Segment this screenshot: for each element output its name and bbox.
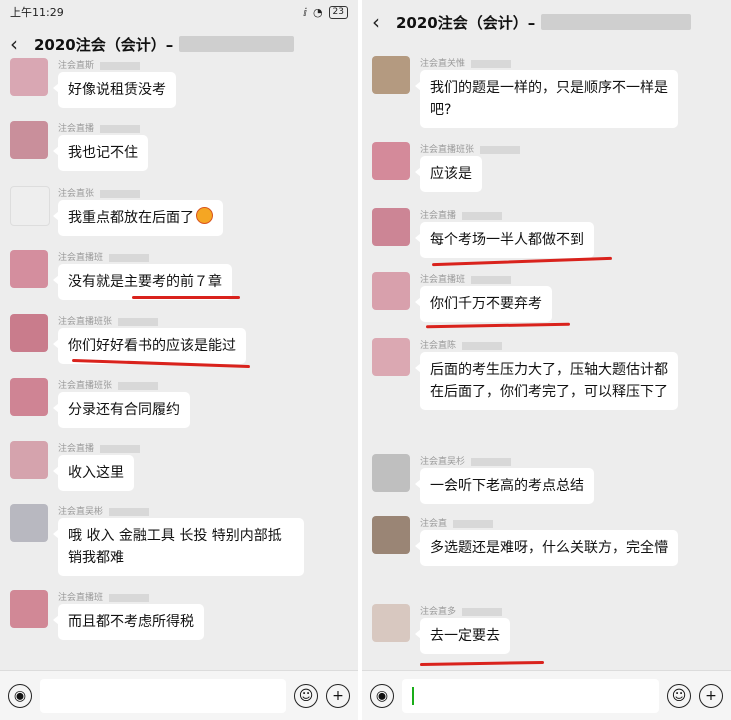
message-bubble[interactable]: 我重点都放在后面了 bbox=[53, 200, 223, 236]
avatar[interactable] bbox=[372, 454, 410, 492]
status-bar: 上午11:29 ⅈ ◔ 23 bbox=[0, 0, 358, 24]
avatar[interactable] bbox=[10, 590, 48, 628]
wifi-icon: ◔ bbox=[312, 5, 323, 19]
avatar[interactable] bbox=[10, 504, 48, 542]
message-bubble[interactable]: 应该是 bbox=[415, 156, 482, 192]
redacted-title bbox=[179, 36, 295, 52]
message-bubble[interactable]: 我们的题是一样的，只是顺序不一样是吧? bbox=[415, 70, 678, 128]
message-list: 注会直关惟 我们的题是一样的，只是顺序不一样是吧? 注会直播班张 应该是 注会直… bbox=[362, 44, 731, 670]
chat-header: ‹ 2020注会（会计）– bbox=[362, 0, 731, 44]
voice-icon[interactable]: ◉ bbox=[8, 683, 32, 708]
chevron-left-icon[interactable]: ‹ bbox=[372, 12, 396, 32]
sender-name: 注会直关惟 bbox=[420, 56, 512, 69]
left-chat-screenshot: 上午11:29 ⅈ ◔ 23 ‹ 2020注会（会计）– 注会直斯 好像说租赁没… bbox=[0, 0, 358, 720]
input-bar: ◉ ☺ + bbox=[0, 670, 358, 720]
sender-name: 注会直张 bbox=[58, 186, 141, 199]
message-bubble[interactable]: 一会听下老高的考点总结 bbox=[415, 468, 594, 504]
red-underline bbox=[432, 256, 612, 267]
avatar[interactable] bbox=[372, 56, 410, 94]
signal-icon: ⅈ bbox=[303, 5, 307, 19]
sender-name: 注会直播 bbox=[58, 441, 141, 454]
sender-name: 注会直 bbox=[420, 516, 494, 529]
status-time: 上午11:29 bbox=[10, 6, 64, 19]
message-bubble[interactable]: 而且都不考虑所得税 bbox=[53, 604, 204, 640]
chat-title: 2020注会（会计）– bbox=[34, 35, 174, 54]
status-icons: ⅈ ◔ 23 bbox=[303, 5, 348, 19]
message-list: 注会直斯 好像说租赁没考 注会直播 我也记不住 注会直张 我重点都放在后面了 注… bbox=[0, 58, 358, 670]
sender-name: 注会直播 bbox=[58, 121, 141, 134]
sender-name: 注会直播 bbox=[420, 208, 503, 221]
redacted-title bbox=[541, 14, 692, 30]
avatar[interactable] bbox=[10, 121, 48, 159]
avatar[interactable] bbox=[372, 338, 410, 376]
message-bubble[interactable]: 我也记不住 bbox=[53, 135, 148, 171]
message-bubble[interactable]: 收入这里 bbox=[53, 455, 134, 491]
sender-name: 注会直播班张 bbox=[58, 378, 159, 391]
red-underline bbox=[425, 322, 571, 329]
sender-name: 注会直吴杉 bbox=[420, 454, 512, 467]
sender-name: 注会直陈 bbox=[420, 338, 503, 351]
sender-name: 注会直斯 bbox=[58, 58, 141, 71]
avatar[interactable] bbox=[10, 186, 50, 226]
sender-name: 注会直播班 bbox=[58, 590, 150, 603]
avatar[interactable] bbox=[10, 378, 48, 416]
message-bubble[interactable]: 哦 收入 金融工具 长投 特别内部抵销我都难 bbox=[53, 518, 304, 576]
message-bubble[interactable]: 分录还有合同履约 bbox=[53, 392, 190, 428]
message-bubble[interactable]: 好像说租赁没考 bbox=[53, 72, 176, 108]
right-chat-screenshot: ‹ 2020注会（会计）– 注会直关惟 我们的题是一样的，只是顺序不一样是吧? … bbox=[362, 0, 731, 720]
avatar[interactable] bbox=[10, 441, 48, 479]
sender-name: 注会直多 bbox=[420, 604, 503, 617]
avatar[interactable] bbox=[372, 604, 410, 642]
input-bar: ◉ ☺ + bbox=[362, 670, 731, 720]
emoji-icon[interactable]: ☺ bbox=[294, 683, 318, 708]
red-underline bbox=[419, 660, 545, 667]
battery-level: 23 bbox=[328, 5, 348, 19]
avatar[interactable] bbox=[372, 208, 410, 246]
avatar[interactable] bbox=[10, 58, 48, 96]
voice-icon[interactable]: ◉ bbox=[370, 683, 394, 708]
sender-name: 注会直播班 bbox=[58, 250, 150, 263]
text-cursor bbox=[412, 686, 414, 705]
chat-title: 2020注会（会计）– bbox=[396, 13, 536, 32]
avatar[interactable] bbox=[10, 250, 48, 288]
plus-icon[interactable]: + bbox=[326, 683, 350, 708]
face-emoji-icon bbox=[196, 207, 213, 224]
emoji-icon[interactable]: ☺ bbox=[667, 683, 691, 708]
red-underline bbox=[132, 296, 240, 299]
message-bubble[interactable]: 去一定要去 bbox=[415, 618, 510, 654]
sender-name: 注会直吴彬 bbox=[58, 504, 150, 517]
message-bubble[interactable]: 多选题还是难呀，什么关联方，完全懵 bbox=[415, 530, 678, 566]
message-input[interactable] bbox=[40, 678, 286, 713]
sender-name: 注会直播班张 bbox=[420, 142, 521, 155]
message-text: 我重点都放在后面了 bbox=[68, 210, 194, 226]
plus-icon[interactable]: + bbox=[699, 683, 723, 708]
avatar[interactable] bbox=[372, 516, 410, 554]
message-bubble[interactable]: 你们千万不要弃考 bbox=[415, 286, 552, 322]
avatar[interactable] bbox=[10, 314, 48, 352]
sender-name: 注会直播班 bbox=[420, 272, 512, 285]
message-bubble[interactable]: 每个考场一半人都做不到 bbox=[415, 222, 594, 258]
message-bubble[interactable]: 没有就是主要考的前７章 bbox=[53, 264, 232, 300]
avatar[interactable] bbox=[372, 142, 410, 180]
message-bubble[interactable]: 后面的考生压力大了，压轴大题估计都在后面了，你们考完了，可以释压下了 bbox=[415, 352, 678, 410]
sender-name: 注会直播班张 bbox=[58, 314, 159, 327]
chevron-left-icon[interactable]: ‹ bbox=[10, 34, 34, 54]
message-input[interactable] bbox=[402, 678, 659, 713]
avatar[interactable] bbox=[372, 272, 410, 310]
